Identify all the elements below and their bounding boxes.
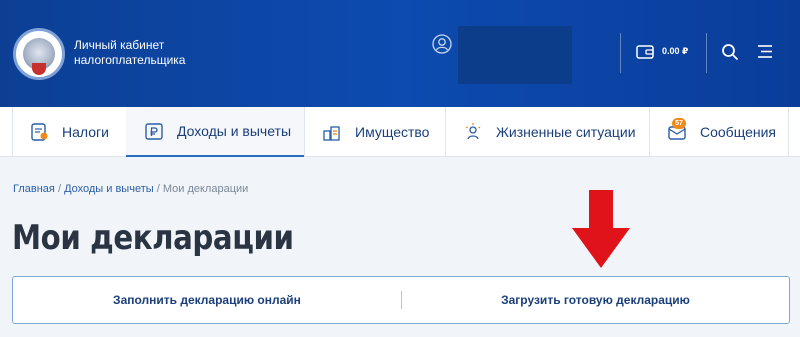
shield-icon [32, 63, 46, 75]
messages-count-badge: 57 [672, 118, 686, 129]
fill-declaration-online-button[interactable]: Заполнить декларацию онлайн [13, 277, 401, 323]
life-situations-icon [465, 123, 481, 140]
brand-title[interactable]: Личный кабинет налогоплательщика [74, 38, 185, 68]
breadcrumb-home[interactable]: Главная [13, 183, 55, 195]
nav-divider [445, 107, 446, 157]
account-balance[interactable]: 0.00 ₽ [662, 46, 688, 57]
nav-divider [304, 107, 305, 157]
header-divider [706, 33, 707, 73]
search-icon[interactable] [721, 43, 739, 61]
declaration-actions: Заполнить декларацию онлайн Загрузить го… [12, 276, 790, 324]
red-arrow-icon [572, 190, 630, 268]
brand-line-2: налогоплательщика [74, 53, 186, 67]
header-divider [620, 33, 621, 73]
breadcrumb: Главная / Доходы и вычеты / Мои декларац… [13, 183, 248, 195]
nav-item-income[interactable]: Доходы и вычеты [126, 107, 304, 157]
user-name-redacted[interactable] [458, 26, 572, 84]
nav-item-label: Доходы и вычеты [177, 123, 292, 139]
breadcrumb-current: Мои декларации [162, 183, 249, 195]
nav-item-label: Имущество [355, 124, 430, 140]
nav-item-messages[interactable]: Сообщения [666, 107, 786, 157]
nav-item-label: Сообщения [700, 124, 776, 140]
nav-item-label: Жизненные ситуации [496, 124, 636, 140]
breadcrumb-income[interactable]: Доходы и вычеты [64, 183, 154, 195]
tax-document-icon [31, 123, 48, 141]
nav-item-life-situations[interactable]: Жизненные ситуации [462, 107, 647, 157]
menu-icon[interactable] [757, 44, 773, 59]
header-bar: Личный кабинет налогоплательщика 0.00 ₽ [0, 0, 800, 107]
wallet-icon[interactable] [636, 44, 654, 60]
nav-item-taxes[interactable]: Налоги [28, 107, 126, 157]
user-icon[interactable] [432, 34, 452, 54]
nav-divider [12, 107, 13, 157]
income-ruble-icon [145, 123, 163, 140]
nav-divider [788, 107, 789, 157]
page-title: Мои декларации [12, 218, 294, 258]
nav-divider [649, 107, 650, 157]
nav-item-label: Налоги [62, 124, 109, 140]
property-icon [323, 126, 340, 141]
upload-declaration-button[interactable]: Загрузить готовую декларацию [402, 277, 789, 323]
main-nav: Налоги Доходы и вычеты Имущество Жизненн… [0, 107, 800, 157]
nav-item-property[interactable]: Имущество [321, 107, 441, 157]
brand-line-1: Личный кабинет [74, 38, 165, 52]
fns-logo[interactable] [13, 28, 65, 80]
